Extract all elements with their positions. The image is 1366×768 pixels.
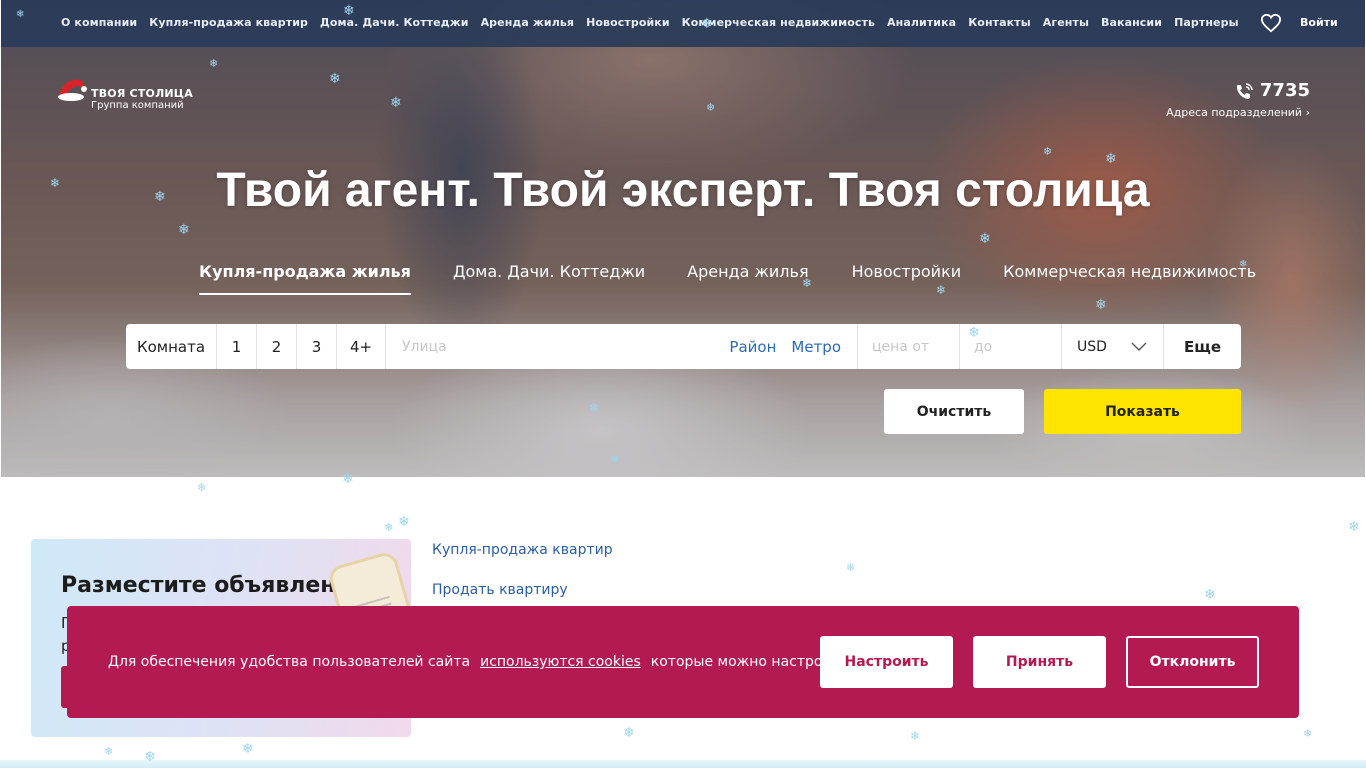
snowflake-icon: ❄: [178, 222, 190, 238]
price-from-input[interactable]: цена от: [858, 324, 960, 369]
branches-link[interactable]: Адреса подразделений ›: [1166, 106, 1310, 119]
snowflake-icon: ❄: [910, 729, 921, 743]
snowflake-icon: ❄: [1303, 727, 1313, 740]
tab-rent[interactable]: Аренда жилья: [687, 262, 808, 295]
snowflake-icon: ❄: [589, 401, 600, 415]
metro-link[interactable]: Метро: [791, 338, 841, 356]
snowflake-icon: ❄: [342, 471, 354, 487]
street-input[interactable]: Улица: [402, 339, 447, 355]
snowflake-icon: ❄: [16, 9, 25, 20]
district-link[interactable]: Район: [729, 338, 776, 356]
cookie-policy-link[interactable]: используются cookies: [480, 654, 641, 670]
cookie-accept-button[interactable]: Принять: [973, 636, 1106, 688]
nav-link-new-buildings[interactable]: Новостройки: [586, 16, 670, 29]
nav-link-about[interactable]: О компании: [61, 16, 137, 29]
nav-link-vacancies[interactable]: Вакансии: [1101, 16, 1162, 29]
cookie-banner: Для обеспечения удобства пользователей с…: [67, 606, 1299, 718]
snowflake-icon: ❄: [197, 481, 207, 494]
tab-buy-sell[interactable]: Купля-продажа жилья: [199, 262, 411, 295]
snowflake-icon: ❄: [384, 521, 394, 534]
snowflake-icon: ❄: [701, 16, 713, 32]
snowflake-icon: ❄: [144, 749, 156, 765]
branches-label: Адреса подразделений: [1166, 105, 1303, 119]
tab-commercial[interactable]: Коммерческая недвижимость: [1003, 262, 1256, 295]
rooms-4plus-button[interactable]: 4+: [337, 324, 386, 369]
snowflake-icon: ❄: [209, 57, 219, 70]
link-sell-apartment[interactable]: Продать квартиру: [432, 582, 613, 598]
snowflake-icon: ❄: [1043, 145, 1053, 158]
snowflake-icon: ❄: [1348, 519, 1360, 535]
rooms-1-button[interactable]: 1: [217, 324, 257, 369]
snowflake-icon: ❄: [1105, 151, 1117, 167]
nav-link-contacts[interactable]: Контакты: [968, 16, 1031, 29]
link-buy-sell-apartments[interactable]: Купля-продажа квартир: [432, 542, 613, 558]
nav-link-partners[interactable]: Партнеры: [1174, 16, 1239, 29]
post-ad-title: Разместите объявление: [61, 573, 366, 598]
snowflake-icon: ❄: [329, 71, 341, 87]
snowflake-icon: ❄: [979, 231, 991, 247]
snowflake-icon: ❄: [802, 276, 813, 290]
login-link[interactable]: Войти: [1300, 16, 1338, 29]
clear-button[interactable]: Очистить: [884, 389, 1024, 434]
snowflake-icon: ❄: [968, 325, 980, 341]
rooms-2-button[interactable]: 2: [257, 324, 297, 369]
show-button[interactable]: Показать: [1044, 389, 1241, 434]
snowflake-icon: ❄: [936, 283, 947, 297]
currency-value: USD: [1077, 338, 1107, 355]
chevron-down-icon: [1131, 342, 1147, 351]
phone-number: 7735: [1259, 80, 1310, 101]
snowflake-icon: ❄: [398, 514, 410, 530]
snowflake-icon: ❄: [390, 95, 402, 111]
phone-icon: [1236, 82, 1253, 99]
street-field: Улица Район Метро: [386, 324, 858, 369]
logo-name: ТВОЯ СТОЛИЦА: [91, 87, 193, 100]
snowflake-icon: ❄: [623, 725, 635, 741]
tab-houses[interactable]: Дома. Дачи. Коттеджи: [453, 262, 645, 295]
logo-subtitle: Группа компаний: [91, 100, 184, 111]
room-type-select[interactable]: Комната: [126, 324, 217, 369]
cookie-text-after: которые можно настроить: [650, 654, 848, 670]
heart-icon[interactable]: [1260, 13, 1282, 33]
snowflake-icon: ❄: [1095, 297, 1107, 313]
snowflake-icon: ❄: [1204, 587, 1216, 603]
snowflake-icon: ❄: [154, 189, 166, 205]
snowflake-icon: ❄: [343, 3, 355, 19]
currency-select[interactable]: USD: [1062, 324, 1164, 369]
snowflake-icon: ❄: [610, 453, 620, 466]
snow-decoration: [0, 760, 1366, 768]
nav-link-agents[interactable]: Агенты: [1043, 16, 1089, 29]
rooms-3-button[interactable]: 3: [297, 324, 337, 369]
nav-link-apartments[interactable]: Купля-продажа квартир: [149, 16, 308, 29]
cookie-decline-button[interactable]: Отклонить: [1126, 636, 1259, 688]
snowflake-icon: ❄: [50, 176, 61, 190]
hero-title: Твой агент. Твой эксперт. Твоя столица: [216, 164, 1150, 217]
nav-link-rent[interactable]: Аренда жилья: [481, 16, 575, 29]
snowflake-icon: ❄: [706, 101, 716, 114]
santa-hat-icon: [58, 79, 87, 101]
more-filters-button[interactable]: Еще: [1164, 324, 1241, 369]
search-bar: Комната 1 2 3 4+ Улица Район Метро цена …: [126, 324, 1241, 369]
snowflake-icon: ❄: [242, 741, 254, 757]
cookie-message: Для обеспечения удобства пользователей с…: [108, 654, 848, 670]
snowflake-icon: ❄: [104, 745, 114, 758]
phone-block: 7735 Адреса подразделений ›: [1166, 80, 1310, 119]
nav-link-analytics[interactable]: Аналитика: [887, 16, 956, 29]
snowflake-icon: ❄: [1239, 259, 1248, 270]
phone-number-link[interactable]: 7735: [1234, 80, 1310, 101]
cookie-text-before: Для обеспечения удобства пользователей с…: [108, 654, 471, 670]
category-tabs: Купля-продажа жилья Дома. Дачи. Коттеджи…: [199, 262, 1256, 295]
top-nav-links: О компании Купля-продажа квартир Дома. Д…: [61, 16, 1239, 29]
snowflake-icon: ❄: [846, 561, 856, 574]
chevron-right-icon: ›: [1305, 105, 1310, 119]
top-navigation: О компании Купля-продажа квартир Дома. Д…: [1, 0, 1365, 47]
cookie-configure-button[interactable]: Настроить: [820, 636, 953, 688]
